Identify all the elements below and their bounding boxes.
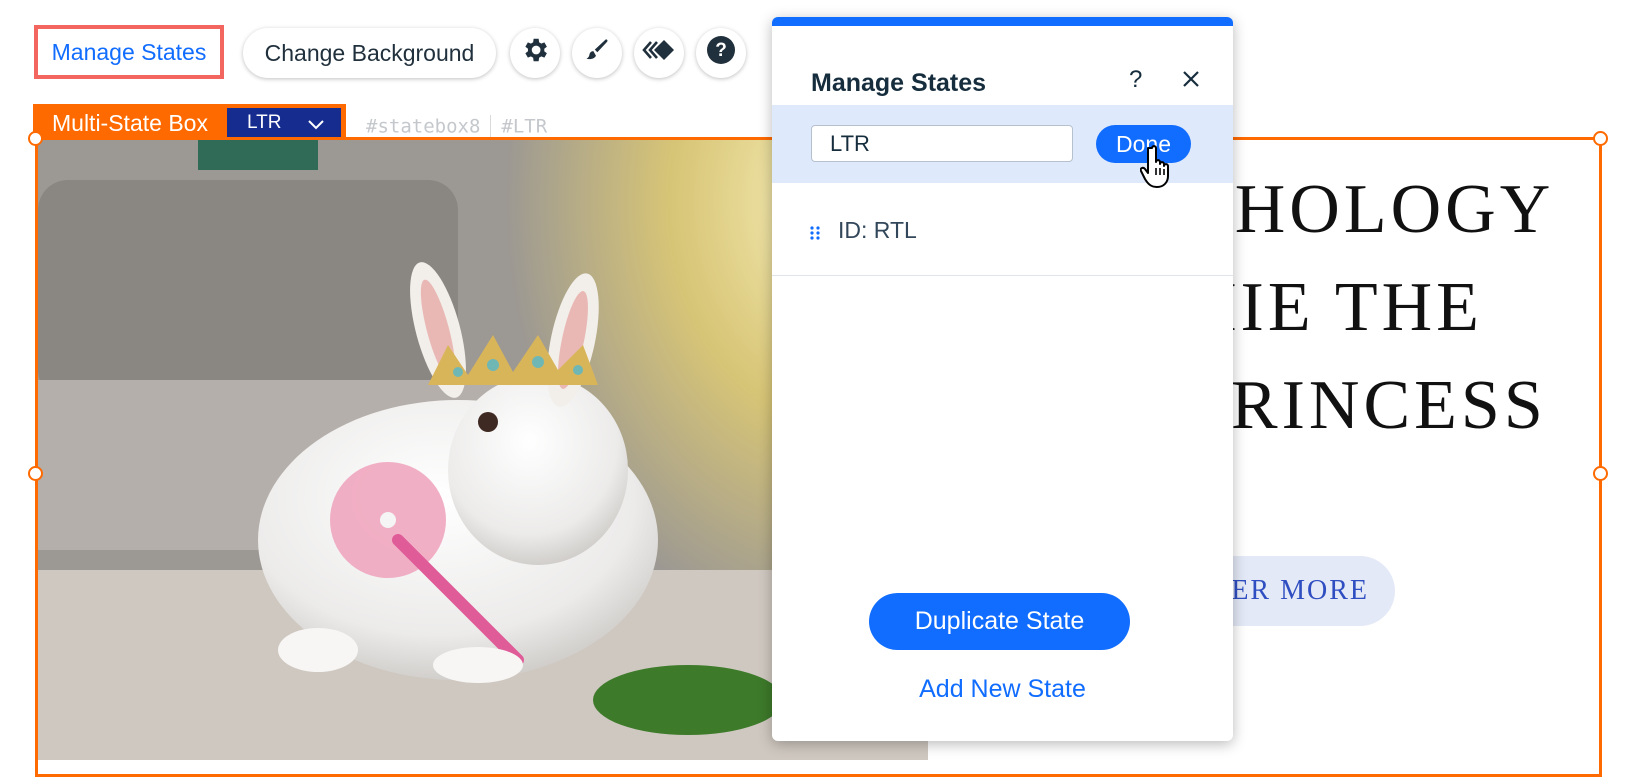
svg-text:?: ? — [715, 40, 727, 61]
state-list-item[interactable]: ID: RTL — [772, 183, 1233, 276]
gear-icon — [520, 35, 550, 71]
design-button[interactable] — [572, 28, 622, 78]
help-button[interactable]: ? — [696, 28, 746, 78]
resize-handle-top-left[interactable] — [28, 131, 43, 146]
state-selector-dropdown[interactable]: LTR — [227, 108, 341, 138]
resize-handle-right[interactable] — [1593, 466, 1608, 481]
chevron-down-icon — [307, 115, 325, 137]
state-name-input[interactable] — [811, 125, 1073, 162]
panel-title: Manage States — [811, 69, 987, 97]
panel-accent-bar — [772, 17, 1233, 26]
add-new-state-link[interactable]: Add New State — [772, 675, 1233, 704]
close-icon[interactable] — [1181, 69, 1201, 94]
brush-icon — [583, 36, 611, 70]
manage-states-button[interactable]: Manage States — [34, 25, 224, 79]
selected-state-label: LTR — [247, 112, 282, 133]
settings-button[interactable] — [510, 28, 560, 78]
drag-handle-icon[interactable] — [810, 226, 820, 245]
element-id: #statebox8 — [366, 115, 481, 138]
state-list-item-label: ID: RTL — [838, 217, 917, 243]
manage-states-panel: Manage States ? Done ID: RTL Duplicate S… — [772, 17, 1233, 741]
animation-icon — [642, 37, 676, 69]
resize-handle-top-right[interactable] — [1593, 131, 1608, 146]
element-id-readout: #statebox8 #LTR — [366, 115, 547, 139]
multi-state-box-label: Multi-State Box — [52, 109, 208, 136]
panel-help-button[interactable]: ? — [1129, 66, 1142, 94]
change-background-button[interactable]: Change Background — [243, 28, 496, 78]
animation-button[interactable] — [634, 28, 684, 78]
duplicate-state-button[interactable]: Duplicate State — [869, 593, 1130, 650]
help-icon: ? — [706, 35, 736, 71]
state-id: #LTR — [501, 115, 548, 138]
resize-handle-left[interactable] — [28, 466, 43, 481]
